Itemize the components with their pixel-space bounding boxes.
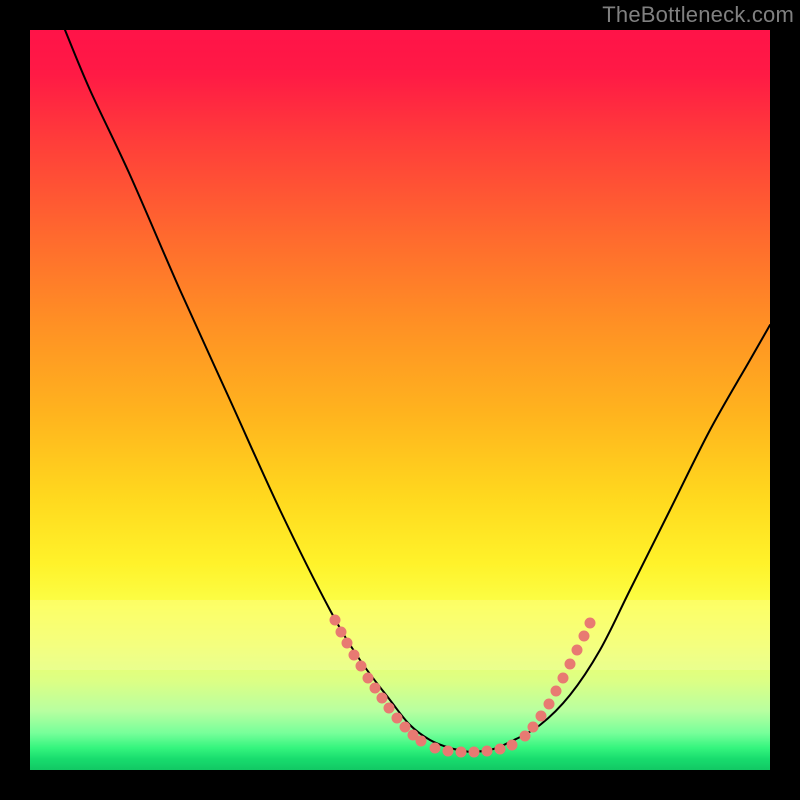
curve-marker — [392, 713, 402, 723]
curve-group — [65, 30, 770, 752]
curve-marker — [544, 699, 554, 709]
curve-marker — [342, 638, 352, 648]
curve-marker — [482, 746, 492, 756]
curve-layer — [30, 30, 770, 770]
curve-marker — [330, 615, 340, 625]
curve-marker — [349, 650, 359, 660]
watermark-text: TheBottleneck.com — [602, 2, 794, 28]
curve-marker — [430, 743, 440, 753]
curve-marker — [363, 673, 373, 683]
curve-marker — [400, 722, 410, 732]
curve-marker — [528, 722, 538, 732]
curve-marker — [572, 645, 582, 655]
curve-marker — [558, 673, 568, 683]
curve-marker — [469, 747, 479, 757]
curve-marker — [370, 683, 380, 693]
curve-marker — [456, 747, 466, 757]
curve-marker — [336, 627, 346, 637]
curve-marker — [507, 740, 517, 750]
curve-right-branch — [470, 325, 770, 752]
plot-area — [30, 30, 770, 770]
curve-marker — [495, 744, 505, 754]
curve-marker — [536, 711, 546, 721]
curve-marker — [443, 746, 453, 756]
curve-marker — [579, 631, 589, 641]
curve-marker — [416, 736, 426, 746]
curve-left-branch — [65, 30, 470, 752]
curve-marker — [520, 731, 530, 741]
curve-marker — [551, 686, 561, 696]
curve-marker — [356, 661, 366, 671]
curve-marker — [585, 618, 595, 628]
marker-group — [330, 615, 595, 757]
curve-marker — [377, 693, 387, 703]
curve-marker — [565, 659, 575, 669]
curve-marker — [384, 703, 394, 713]
chart-stage: TheBottleneck.com — [0, 0, 800, 800]
